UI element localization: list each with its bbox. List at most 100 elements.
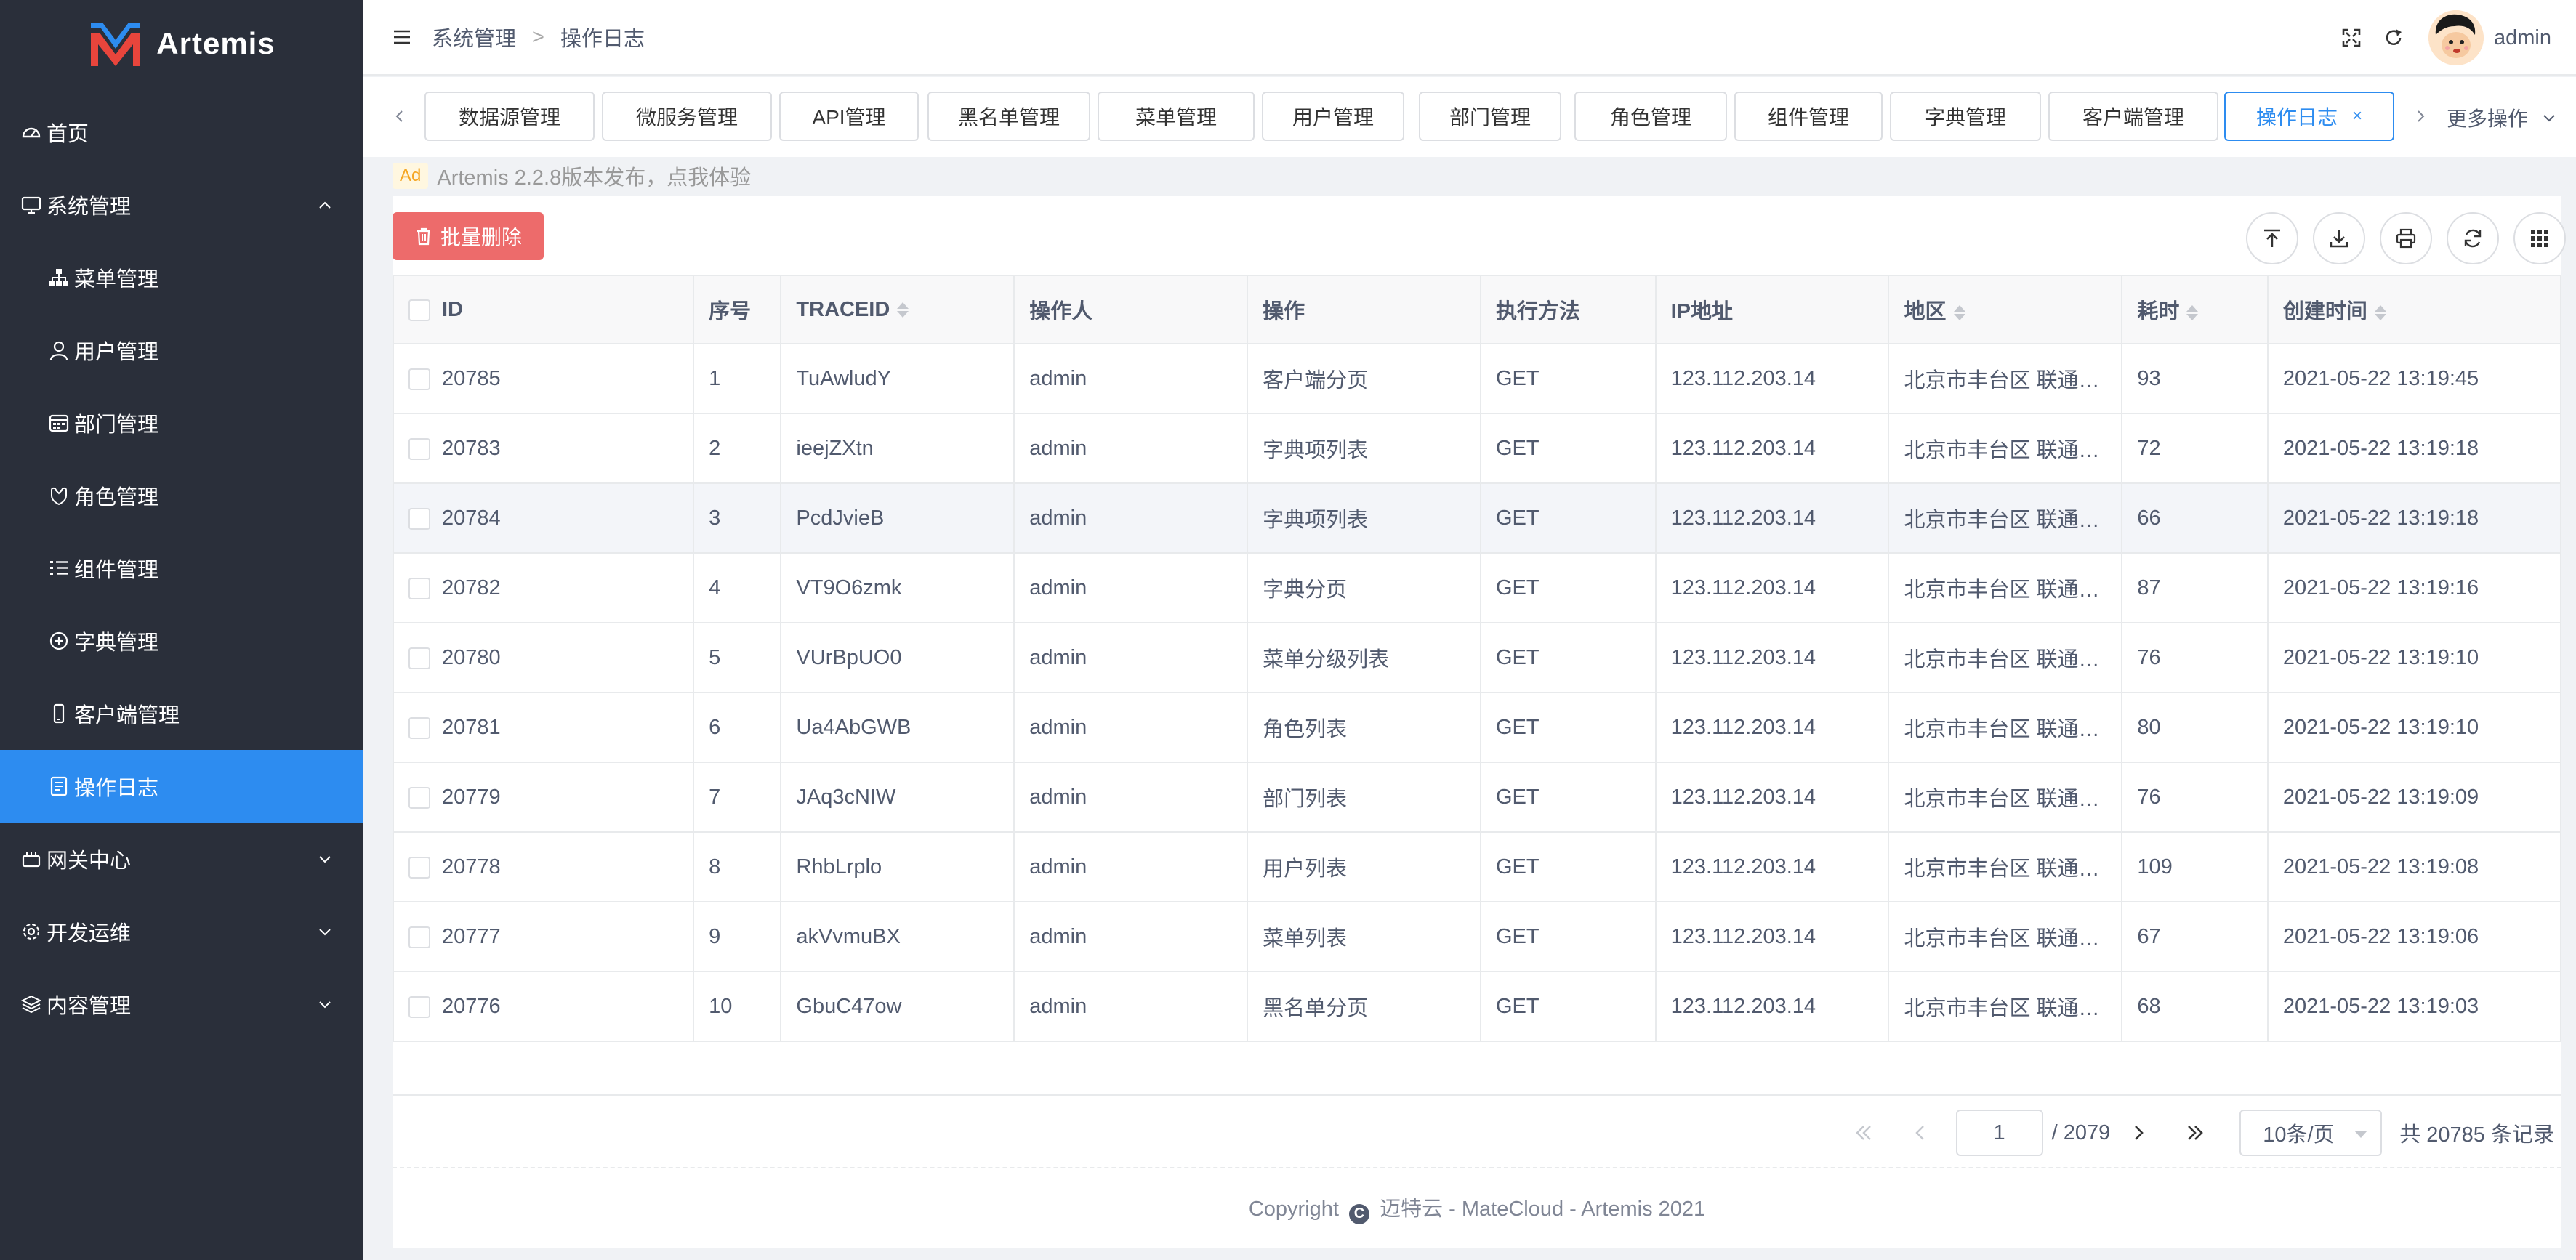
fullscreen-icon[interactable] xyxy=(2341,28,2362,48)
table-row[interactable]: 20777 9 akVvmuBX admin 菜单列表 GET 123.112.203.14… xyxy=(392,901,2562,972)
row-checkbox[interactable] xyxy=(408,437,430,460)
cell-value: admin xyxy=(1029,506,1087,530)
row-checkbox[interactable] xyxy=(408,368,430,390)
tab-dept[interactable]: 部门管理 xyxy=(1419,92,1561,141)
table-row[interactable]: 20782 4 VT9O6zmk admin 字典分页 GET 123.112.203.14… xyxy=(392,552,2562,623)
tab-blacklist[interactable]: 黑名单管理 xyxy=(927,92,1090,141)
cell-ip: 123.112.203.14 xyxy=(1654,622,1890,693)
tab-client[interactable]: 客户端管理 xyxy=(2048,92,2218,141)
print-button[interactable] xyxy=(2380,212,2432,264)
breadcrumb-separator: > xyxy=(532,25,544,49)
cell-value: TuAwludY xyxy=(796,366,891,390)
sidebar-item-devops[interactable]: 开发运维 xyxy=(0,895,363,968)
sidebar-item-client-mgmt[interactable]: 客户端管理 xyxy=(0,677,363,750)
row-checkbox[interactable] xyxy=(408,647,430,669)
sidebar-item-label: 网关中心 xyxy=(47,849,132,873)
table-row[interactable]: 20778 8 RhbLrplo admin 用户列表 GET 123.112.203.14… xyxy=(392,831,2562,902)
sort-icon[interactable] xyxy=(2186,304,2199,320)
select-all-checkbox[interactable] xyxy=(408,299,430,321)
ad-text[interactable]: Artemis 2.2.8版本发布，点我体验 xyxy=(437,161,751,191)
table-row[interactable]: 20785 1 TuAwludY admin 客户端分页 GET 123.112.203.1… xyxy=(392,343,2562,414)
table-row[interactable]: 20781 6 Ua4AbGWB admin 角色列表 GET 123.112.203.14… xyxy=(392,692,2562,763)
cell-value: GET xyxy=(1495,924,1539,948)
column-header-duration[interactable]: 耗时 xyxy=(2121,275,2269,344)
tab-component[interactable]: 组件管理 xyxy=(1734,92,1883,141)
tab-user[interactable]: 用户管理 xyxy=(1262,92,1404,141)
last-page-icon[interactable] xyxy=(2183,1120,2207,1145)
cell-value: 北京市丰台区 联通A... xyxy=(1904,369,2111,392)
table-row[interactable]: 20783 2 ieejZXtn admin 字典项列表 GET 123.112.203.1… xyxy=(392,413,2562,484)
tab-api[interactable]: API管理 xyxy=(779,92,919,141)
close-icon[interactable]: × xyxy=(2352,106,2362,126)
download-button[interactable] xyxy=(2313,212,2365,264)
chevron-right-icon[interactable] xyxy=(2412,108,2429,125)
main-card: 批量删除 ID 序号 TRACEID 操作人 操作 执行方法 IP地址 地区 耗… xyxy=(392,196,2566,1248)
row-checkbox[interactable] xyxy=(408,786,430,809)
cell-ip: 123.112.203.14 xyxy=(1654,971,1890,1042)
chevron-left-icon[interactable] xyxy=(391,108,408,125)
cell-operator: admin xyxy=(1013,413,1249,484)
cell-operation: 菜单分级列表 xyxy=(1247,622,1481,693)
ad-banner[interactable]: Ad Artemis 2.2.8版本发布，点我体验 xyxy=(393,158,751,193)
cell-value: 字典分页 xyxy=(1263,578,1348,602)
cell-value: admin xyxy=(1029,576,1087,599)
sidebar-item-home[interactable]: 首页 xyxy=(0,96,363,169)
table-row[interactable]: 20784 3 PcdJvieB admin 字典项列表 GET 123.112.203.1… xyxy=(392,482,2562,554)
upload-button[interactable] xyxy=(2246,212,2298,264)
sort-icon[interactable] xyxy=(2374,304,2386,320)
sidebar-item-dept-mgmt[interactable]: 部门管理 xyxy=(0,387,363,459)
refresh-icon[interactable] xyxy=(2383,28,2404,48)
sidebar-item-gateway[interactable]: 网关中心 xyxy=(0,823,363,895)
table-row[interactable]: 20779 7 JAq3cNIW admin 部门列表 GET 123.112.203.14… xyxy=(392,762,2562,833)
column-header-traceid[interactable]: TRACEID xyxy=(780,275,1015,344)
cell-value: 角色列表 xyxy=(1263,718,1348,741)
menu-toggle-icon[interactable] xyxy=(393,28,411,47)
row-checkbox[interactable] xyxy=(408,577,430,599)
first-page-icon[interactable] xyxy=(1851,1120,1876,1145)
sidebar-item-component-mgmt[interactable]: 组件管理 xyxy=(0,532,363,605)
sidebar-item-dict-mgmt[interactable]: 字典管理 xyxy=(0,605,363,677)
sort-icon[interactable] xyxy=(897,302,909,318)
column-header-created[interactable]: 创建时间 xyxy=(2266,275,2562,344)
sidebar-item-role-mgmt[interactable]: 角色管理 xyxy=(0,459,363,532)
reload-button[interactable] xyxy=(2447,212,2499,264)
prev-page-icon[interactable] xyxy=(1908,1120,1933,1145)
tab-dict[interactable]: 字典管理 xyxy=(1890,92,2041,141)
cell-value: 2021-05-22 13:19:09 xyxy=(2282,785,2479,809)
tab-datasource[interactable]: 数据源管理 xyxy=(424,92,595,141)
table-row[interactable]: 20780 5 VUrBpUO0 admin 菜单分级列表 GET 123.112.203.… xyxy=(392,622,2562,693)
cell-duration: 76 xyxy=(2121,762,2269,833)
row-checkbox[interactable] xyxy=(408,996,430,1018)
sort-icon[interactable] xyxy=(1953,304,1965,320)
breadcrumb-item[interactable]: 系统管理 xyxy=(432,22,516,52)
more-actions-dropdown[interactable]: 更多操作 xyxy=(2447,103,2557,132)
row-checkbox[interactable] xyxy=(408,716,430,739)
row-checkbox[interactable] xyxy=(408,926,430,948)
row-checkbox[interactable] xyxy=(408,507,430,530)
column-header-region[interactable]: 地区 xyxy=(1888,275,2123,344)
next-page-icon[interactable] xyxy=(2126,1120,2151,1145)
cell-traceid: RhbLrplo xyxy=(780,831,1015,902)
tab-microservice[interactable]: 微服务管理 xyxy=(602,92,772,141)
columns-button[interactable] xyxy=(2513,212,2566,264)
cell-value: admin xyxy=(1029,855,1087,879)
batch-delete-button[interactable]: 批量删除 xyxy=(393,212,544,260)
username[interactable]: admin xyxy=(2494,26,2551,50)
sidebar-item-content[interactable]: 内容管理 xyxy=(0,968,363,1041)
cell-region: 北京市丰台区 联通A... xyxy=(1888,343,2123,414)
tab-menu[interactable]: 菜单管理 xyxy=(1098,92,1255,141)
row-checkbox[interactable] xyxy=(408,856,430,879)
tab-operation-log[interactable]: 操作日志 × xyxy=(2224,92,2394,141)
cell-value: GET xyxy=(1495,366,1539,390)
app-logo[interactable]: Artemis xyxy=(0,0,363,87)
avatar[interactable] xyxy=(2428,10,2484,65)
page-number-input[interactable] xyxy=(1955,1110,2043,1156)
tab-role[interactable]: 角色管理 xyxy=(1574,92,1727,141)
sidebar-item-operation-log[interactable]: 操作日志 xyxy=(0,750,363,823)
page-size-select[interactable]: 10条/页 xyxy=(2239,1110,2383,1156)
table-row[interactable]: 20776 10 GbuC47ow admin 黑名单分页 GET 123.112.203.… xyxy=(392,971,2562,1042)
sidebar-item-menu-mgmt[interactable]: 菜单管理 xyxy=(0,241,363,314)
cell-value: admin xyxy=(1029,436,1087,460)
sidebar-item-user-mgmt[interactable]: 用户管理 xyxy=(0,314,363,387)
sidebar-item-system[interactable]: 系统管理 xyxy=(0,169,363,241)
